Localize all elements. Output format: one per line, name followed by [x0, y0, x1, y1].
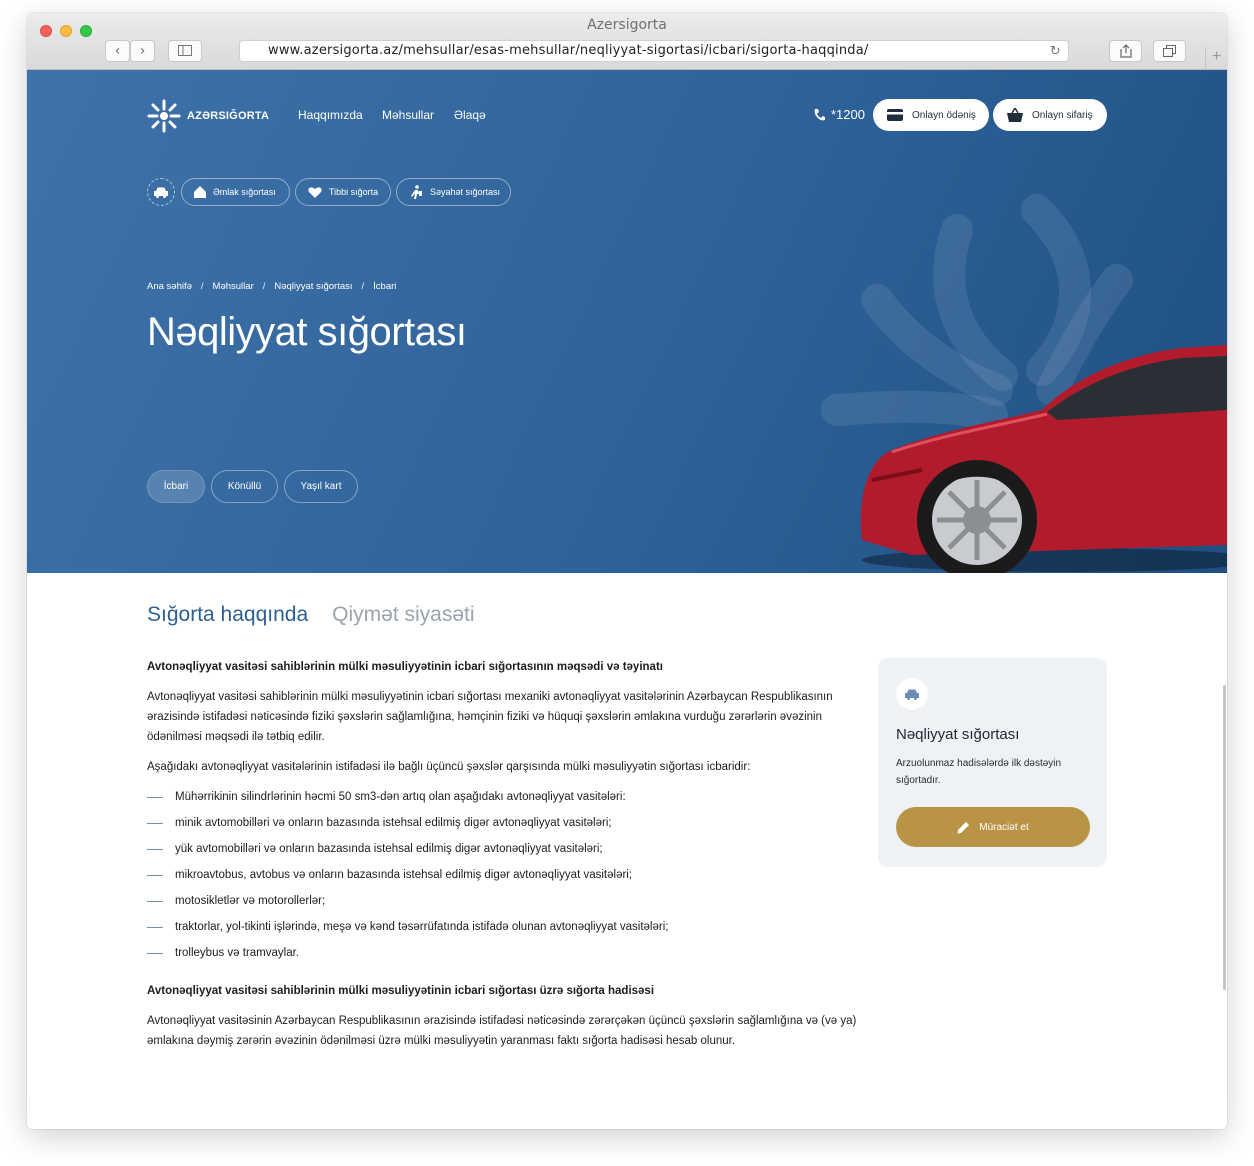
logo-text: AZƏRSIĞORTA [187, 110, 270, 122]
back-button[interactable]: ‹ [105, 40, 130, 62]
category-property[interactable]: Əmlak sığortası [181, 178, 290, 206]
category-auto[interactable] [147, 178, 175, 206]
sidebar-icon [178, 45, 192, 56]
house-icon [194, 186, 206, 198]
apply-button-label: Müraciət et [979, 821, 1029, 833]
phone-number: *1200 [831, 107, 865, 122]
content-tabs: Sığorta haqqında Qiymət siyasəti [147, 603, 475, 627]
reload-icon[interactable]: ↻ [1050, 42, 1061, 62]
list-item: motosikletlər və motorollerlər; [147, 891, 862, 911]
list-item: Mühərrikinin silindrlərinin həcmi 50 sm3… [147, 787, 862, 807]
tab-green-card[interactable]: Yaşıl kart [284, 470, 358, 503]
tabs-icon [1163, 45, 1176, 57]
basket-icon [1007, 108, 1023, 122]
breadcrumb-transport[interactable]: Nəqliyyat sığortası [274, 281, 352, 292]
plus-icon: + [1211, 48, 1222, 65]
pencil-icon [957, 821, 970, 833]
forward-button[interactable]: › [130, 40, 155, 62]
tab-about-insurance[interactable]: Sığorta haqqında [147, 603, 308, 627]
car-image [860, 345, 1227, 573]
paragraph-mandatory-for: Aşağıdakı avtonəqliyyat vasitələrinin is… [147, 761, 751, 773]
breadcrumb-separator: / [361, 281, 365, 292]
page-scrollbar[interactable] [1223, 685, 1226, 990]
list-item: mikroavtobus, avtobus və onların bazasın… [147, 865, 862, 885]
side-card-icon [896, 678, 928, 710]
chevron-left-icon: ‹ [114, 43, 121, 59]
list-item: yük avtomobilləri və onların bazasında i… [147, 839, 862, 859]
paragraph-insured-event: Avtonəqliyyat vasitəsinin Azərbaycan Res… [147, 1015, 857, 1047]
online-order-label: Onlayn sifariş [1032, 109, 1093, 121]
online-payment-button[interactable]: Onlayn ödəniş [873, 99, 989, 131]
side-card-description: Arzuolunmaz hadisələrdə ilk dəstəyin sığ… [896, 758, 1062, 786]
section-heading-insured-event: Avtonəqliyyat vasitəsi sahiblərinin mülk… [147, 985, 655, 997]
hero-section: AZƏRSIĞORTA Haqqımızda Məhsullar Əlaqə *… [27, 70, 1227, 573]
phone-link[interactable]: *1200 [813, 107, 865, 122]
list-item: traktorlar, yol-tikinti işlərində, meşə … [147, 917, 862, 937]
address-bar[interactable]: www.azersigorta.az/mehsullar/esas-mehsul… [239, 40, 1069, 62]
car-icon [154, 187, 168, 198]
breadcrumb-products[interactable]: Məhsullar [213, 281, 254, 292]
new-tab-button[interactable]: + [1205, 47, 1227, 69]
share-icon [1119, 44, 1132, 58]
category-medical-label: Tibbi sığorta [329, 187, 379, 197]
share-button[interactable] [1109, 40, 1142, 62]
paragraph-purpose: Avtonəqliyyat vasitəsi sahiblərinin mülk… [147, 691, 833, 743]
breadcrumb-current: İcbari [373, 281, 397, 292]
browser-window: Azersigorta ‹ › www.azersigorta.az/mehsu… [27, 13, 1227, 1129]
category-travel[interactable]: Səyahət sığortası [396, 178, 511, 206]
phone-icon [814, 108, 825, 120]
nav-contact[interactable]: Əlaqə [454, 108, 486, 122]
url-text: www.azersigorta.az/mehsullar/esas-mehsul… [268, 43, 869, 58]
vehicle-list: Mühərrikinin silindrlərinin həcmi 50 sm3… [147, 787, 862, 963]
tabs-overview-button[interactable] [1153, 40, 1186, 62]
tab-voluntary[interactable]: Könüllü [211, 470, 278, 503]
section-heading-purpose: Avtonəqliyyat vasitəsi sahiblərinin mülk… [147, 661, 663, 673]
logo[interactable]: AZƏRSIĞORTA [147, 99, 269, 133]
category-travel-label: Səyahət sığortası [430, 187, 501, 197]
article-content: Avtonəqliyyat vasitəsi sahiblərinin mülk… [147, 657, 862, 1061]
breadcrumb-separator: / [200, 281, 204, 292]
window-title: Azersigorta [587, 17, 667, 33]
side-card: Nəqliyyat sığortası Arzuolunmaz hadisələ… [878, 658, 1107, 867]
sidebar-toggle-button[interactable] [168, 40, 202, 62]
online-order-button[interactable]: Onlayn sifariş [993, 99, 1107, 131]
car-icon [905, 689, 919, 700]
category-medical[interactable]: Tibbi sığorta [295, 178, 391, 206]
category-property-label: Əmlak sığortası [213, 187, 276, 197]
chevron-right-icon: › [139, 43, 146, 59]
sun-logo-icon [147, 99, 181, 133]
side-card-title: Nəqliyyat sığortası [896, 726, 1020, 743]
list-item: minik avtomobilləri və onların bazasında… [147, 813, 862, 833]
traveler-icon [411, 185, 422, 199]
heart-icon [308, 187, 322, 198]
browser-toolbar: Azersigorta ‹ › www.azersigorta.az/mehsu… [27, 13, 1227, 70]
tab-pricing-policy[interactable]: Qiymət siyasəti [332, 603, 474, 627]
tab-mandatory[interactable]: İcbari [147, 470, 205, 503]
breadcrumb: Ana səhifə / Məhsullar / Nəqliyyat sığor… [147, 281, 396, 292]
nav-about[interactable]: Haqqımızda [298, 108, 363, 122]
online-payment-label: Onlayn ödəniş [912, 109, 976, 121]
list-item: trolleybus və tramvaylar. [147, 943, 862, 963]
breadcrumb-separator: / [262, 281, 266, 292]
page-title: Nəqliyyat sığortası [147, 310, 467, 354]
nav-products[interactable]: Məhsullar [382, 108, 434, 122]
apply-button[interactable]: Müraciət et [896, 807, 1090, 847]
credit-card-icon [887, 109, 903, 121]
breadcrumb-home[interactable]: Ana səhifə [147, 281, 192, 292]
